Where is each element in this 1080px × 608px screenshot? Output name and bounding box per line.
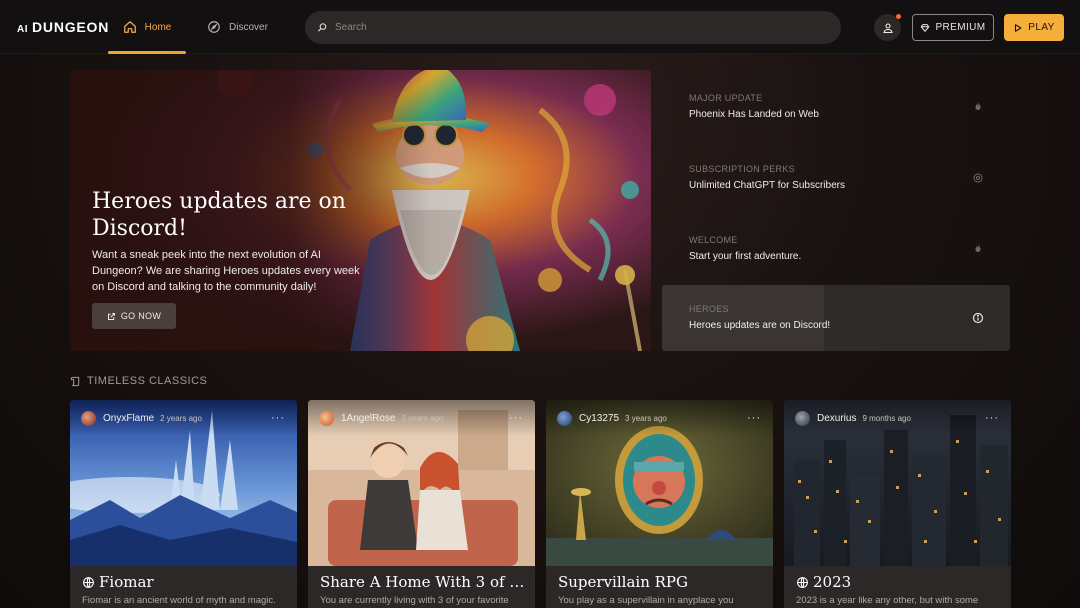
card-title: Supervillain RPG bbox=[558, 573, 766, 591]
info-icon bbox=[972, 312, 984, 324]
premium-button[interactable]: PREMIUM bbox=[912, 14, 994, 41]
card-header: OnyxFlame 2 years ago ··· bbox=[70, 400, 297, 436]
search-input[interactable] bbox=[335, 22, 815, 33]
author-name[interactable]: 1AngelRose bbox=[341, 413, 395, 424]
card-header: Dexurius 9 months ago ··· bbox=[784, 400, 1011, 436]
logo[interactable]: AI DUNGEON bbox=[17, 19, 109, 35]
hero-description: Want a sneak peek into the next evolutio… bbox=[92, 249, 360, 293]
tab-discover-label: Discover bbox=[229, 21, 268, 33]
published-age: 9 months ago bbox=[862, 413, 911, 423]
flame-icon bbox=[975, 102, 981, 110]
news-progress-bar bbox=[662, 285, 824, 351]
card-title: Fiomar bbox=[82, 573, 290, 591]
author-avatar[interactable] bbox=[81, 410, 96, 426]
news-item-subscription-perks[interactable]: SUBSCRIPTION PERKS Unlimited ChatGPT for… bbox=[662, 145, 1010, 211]
logo-wordmark: DUNGEON bbox=[32, 19, 110, 35]
published-age: 3 years ago bbox=[401, 413, 444, 423]
card-header: Cy13275 3 years ago ··· bbox=[546, 400, 773, 436]
news-item-heroes[interactable]: HEROES Heroes updates are on Discord! bbox=[662, 285, 1010, 351]
play-button[interactable]: PLAY bbox=[1004, 14, 1064, 41]
adventure-card-fiomar[interactable]: OnyxFlame 2 years ago ··· Fiomar Fiomar … bbox=[70, 400, 297, 608]
card-title: Share A Home With 3 of Yo... bbox=[320, 573, 528, 591]
author-avatar[interactable] bbox=[795, 410, 810, 426]
author-avatar[interactable] bbox=[557, 410, 572, 426]
card-title-text: Fiomar bbox=[99, 573, 154, 591]
news-item-welcome[interactable]: WELCOME Start your first adventure. bbox=[662, 216, 1010, 282]
tab-home[interactable]: Home bbox=[108, 0, 186, 54]
card-title-text: Supervillain RPG bbox=[558, 573, 688, 591]
news-item-major-update[interactable]: MAJOR UPDATE Phoenix Has Landed on Web bbox=[662, 74, 1010, 140]
logo-ai-text: AI bbox=[17, 24, 28, 35]
news-kicker: SUBSCRIPTION PERKS bbox=[689, 164, 795, 174]
news-title: Heroes updates are on Discord! bbox=[689, 320, 831, 331]
card-description: You play as a supervillain in anyplace y… bbox=[558, 595, 734, 606]
author-avatar[interactable] bbox=[319, 410, 334, 426]
go-now-label: GO NOW bbox=[120, 311, 162, 321]
external-link-icon bbox=[107, 312, 115, 320]
author-name[interactable]: Dexurius bbox=[817, 413, 856, 424]
notification-dot bbox=[896, 14, 901, 19]
more-options-button[interactable]: ··· bbox=[747, 412, 761, 424]
more-options-button[interactable]: ··· bbox=[985, 412, 999, 424]
adventure-card-share-a-home[interactable]: 1AngelRose 3 years ago ··· Share A Home … bbox=[308, 400, 535, 608]
go-now-button[interactable]: GO NOW bbox=[92, 303, 176, 329]
published-age: 2 years ago bbox=[160, 413, 202, 423]
section-title: TIMELESS CLASSICS bbox=[87, 375, 208, 387]
compass-icon bbox=[208, 21, 220, 33]
card-description: You are currently living with 3 of your … bbox=[320, 595, 509, 606]
home-icon bbox=[123, 21, 136, 33]
user-icon bbox=[882, 22, 893, 33]
scroll-icon bbox=[70, 376, 80, 386]
search-icon bbox=[317, 23, 327, 32]
hero-banner[interactable]: Heroes updates are on Discord! Want a sn… bbox=[70, 70, 651, 351]
card-title-text: 2023 bbox=[813, 573, 852, 591]
news-kicker: HEROES bbox=[689, 304, 729, 314]
adventure-card-grid: OnyxFlame 2 years ago ··· Fiomar Fiomar … bbox=[70, 400, 1011, 608]
more-options-button[interactable]: ··· bbox=[271, 412, 285, 424]
author-name[interactable]: Cy13275 bbox=[579, 413, 619, 424]
profile-button[interactable] bbox=[874, 14, 901, 41]
diamond-icon bbox=[921, 23, 930, 32]
adventure-card-2023[interactable]: Dexurius 9 months ago ··· 2023 2023 is a… bbox=[784, 400, 1011, 608]
search-bar[interactable] bbox=[305, 11, 841, 44]
premium-label: PREMIUM bbox=[935, 22, 986, 33]
news-title: Unlimited ChatGPT for Subscribers bbox=[689, 180, 845, 191]
settings-icon bbox=[973, 173, 983, 183]
card-title: 2023 bbox=[796, 573, 1004, 591]
news-title: Phoenix Has Landed on Web bbox=[689, 109, 819, 120]
play-label: PLAY bbox=[1028, 22, 1055, 33]
news-title: Start your first adventure. bbox=[689, 251, 802, 262]
card-header: 1AngelRose 3 years ago ··· bbox=[308, 400, 535, 436]
top-bar: AI DUNGEON Home Discover PREMIUM PLAY bbox=[0, 0, 1080, 54]
card-description: Fiomar is an ancient world of myth and m… bbox=[82, 595, 276, 606]
globe-icon bbox=[797, 576, 808, 588]
published-age: 3 years ago bbox=[625, 413, 667, 423]
adventure-card-supervillain-rpg[interactable]: Cy13275 3 years ago ··· Supervillain RPG… bbox=[546, 400, 773, 608]
author-name[interactable]: OnyxFlame bbox=[103, 413, 154, 424]
news-list: MAJOR UPDATE Phoenix Has Landed on Web S… bbox=[662, 70, 1010, 351]
card-title-text: Share A Home With 3 of Yo... bbox=[320, 573, 528, 591]
globe-icon bbox=[83, 576, 94, 588]
tab-discover[interactable]: Discover bbox=[207, 0, 268, 54]
card-description: 2023 is a year like any other, but with … bbox=[796, 595, 979, 606]
tab-home-label: Home bbox=[144, 21, 172, 33]
section-header-timeless-classics: TIMELESS CLASSICS bbox=[70, 375, 207, 387]
play-icon bbox=[1015, 23, 1022, 32]
news-kicker: WELCOME bbox=[689, 235, 738, 245]
flame-icon bbox=[975, 244, 981, 252]
more-options-button[interactable]: ··· bbox=[509, 412, 523, 424]
news-kicker: MAJOR UPDATE bbox=[689, 93, 763, 103]
hero-title: Heroes updates are on Discord! bbox=[92, 189, 346, 241]
